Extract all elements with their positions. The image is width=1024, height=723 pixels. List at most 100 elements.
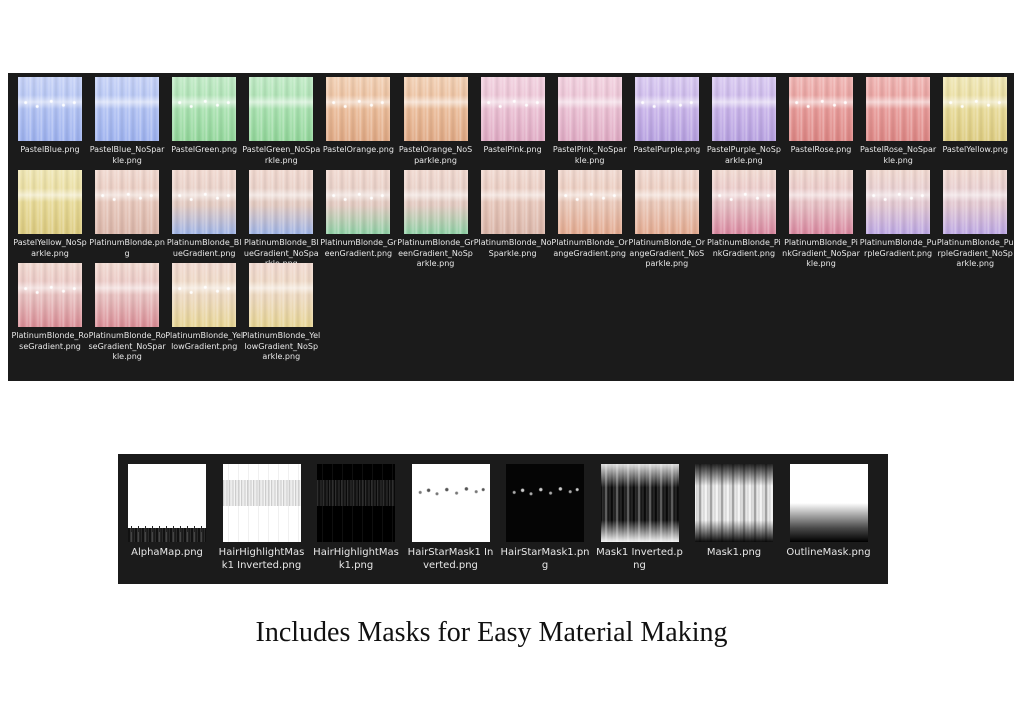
file-name-label: PastelBlue_NoSparkle.png <box>89 145 165 165</box>
hair-texture-preview <box>711 77 776 141</box>
hair-texture-preview <box>95 170 160 234</box>
file-name-label: PastelRose.png <box>790 145 852 154</box>
texture-thumbnail[interactable]: PlatinumBlonde.png <box>89 170 165 260</box>
file-name-label: PlatinumBlonde_PurpleGradient.png <box>859 238 937 258</box>
texture-thumbnail[interactable]: PlatinumBlonde_RoseGradient_NoSparkle.pn… <box>89 263 166 361</box>
promo-caption: Includes Masks for Easy Material Making <box>255 617 728 648</box>
texture-thumbnail[interactable]: PlatinumBlonde_PurpleGradient_NoSparkle.… <box>937 170 1014 268</box>
texture-thumbnail[interactable]: PastelRose_NoSparkle.png <box>860 77 936 167</box>
file-name-label: HairStarMask1.png <box>500 547 590 571</box>
hair-texture-preview <box>557 170 622 234</box>
file-name-label: PastelGreen_NoSparkle.png <box>242 145 321 165</box>
texture-thumbnail[interactable]: PlatinumBlonde_OrangeGradient_NoSparkle.… <box>629 170 705 268</box>
mask-preview <box>789 464 868 542</box>
file-name-label: PlatinumBlonde_YellowGradient_NoSparkle.… <box>242 331 321 361</box>
mask-preview <box>506 464 584 542</box>
texture-thumbnail[interactable]: PastelPink_NoSparkle.png <box>553 77 627 167</box>
texture-thumbnail[interactable]: PastelYellow.png <box>942 77 1008 167</box>
file-name-label: PlatinumBlonde_OrangeGradient.png <box>551 238 628 258</box>
mask-thumbnail[interactable]: HairHighlightMask1.png <box>313 464 399 576</box>
texture-thumbnail[interactable]: PastelRose.png <box>789 77 853 167</box>
texture-thumbnail[interactable]: PlatinumBlonde_PinkGradient_NoSparkle.pn… <box>782 170 860 268</box>
file-name-label: PastelYellow.png <box>942 145 1008 154</box>
mask-preview <box>411 464 490 542</box>
mask-thumbnail[interactable]: Mask1 Inverted.png <box>596 464 683 576</box>
mask-thumbnail[interactable]: HairStarMask1 Inverted.png <box>408 464 493 576</box>
mask-preview <box>317 464 395 542</box>
texture-thumbnail[interactable]: PlatinumBlonde_PurpleGradient.png <box>860 170 936 260</box>
texture-thumbnail[interactable]: PastelBlue.png <box>18 77 82 167</box>
file-name-label: HairHighlightMask1 Inverted.png <box>218 547 305 571</box>
texture-thumbnail[interactable]: PastelGreen_NoSparkle.png <box>242 77 320 167</box>
hair-texture-preview <box>172 170 237 234</box>
file-name-label: PlatinumBlonde_PurpleGradient_NoSparkle.… <box>936 238 1014 268</box>
hair-texture-preview <box>18 170 82 234</box>
hair-texture-preview <box>634 170 699 234</box>
hair-texture-preview <box>943 170 1008 234</box>
file-name-label: OutlineMask.png <box>786 547 871 558</box>
texture-thumbnail[interactable]: PastelGreen.png <box>171 77 237 167</box>
texture-thumbnail[interactable]: PlatinumBlonde_NoSparkle.png <box>474 170 551 260</box>
texture-thumbnail[interactable]: PlatinumBlonde_RoseGradient.png <box>11 263 89 353</box>
texture-thumbnail[interactable]: PlatinumBlonde_BlueGradient_NoSparkle.pn… <box>244 170 319 268</box>
mask-preview <box>128 464 206 542</box>
file-name-label: PlatinumBlonde_RoseGradient.png <box>11 331 89 351</box>
texture-thumbnail[interactable]: PastelPurple_NoSparkle.png <box>707 77 781 167</box>
mask-thumbnail[interactable]: AlphaMap.png <box>128 464 206 576</box>
texture-thumbnail[interactable]: PastelYellow_NoSparkle.png <box>13 170 87 260</box>
hair-texture-preview <box>866 170 931 234</box>
file-name-label: PastelYellow_NoSparkle.png <box>13 238 87 258</box>
mask-thumbnail[interactable]: OutlineMask.png <box>786 464 871 576</box>
hair-texture-preview <box>943 77 1008 141</box>
hair-texture-preview <box>866 77 931 141</box>
mask-thumbnail[interactable]: HairHighlightMask1 Inverted.png <box>219 464 304 576</box>
hair-texture-preview <box>326 170 391 234</box>
file-name-label: Mask1 Inverted.png <box>596 547 683 571</box>
mask-thumbnail[interactable]: HairStarMask1.png <box>500 464 590 576</box>
file-name-label: PlatinumBlonde_GreenGradient.png <box>320 238 397 258</box>
file-name-label: Mask1.png <box>706 547 762 558</box>
hair-texture-preview <box>480 170 545 234</box>
mask-preview <box>222 464 301 542</box>
texture-thumbnail[interactable]: PastelPurple.png <box>633 77 700 167</box>
file-name-label: PlatinumBlonde.png <box>89 238 165 258</box>
texture-thumbnail[interactable]: PastelOrange.png <box>323 77 394 167</box>
hair-texture-preview <box>95 77 160 141</box>
texture-thumbnail[interactable]: PastelPink.png <box>480 77 545 167</box>
file-name-label: PastelPink.png <box>483 145 542 154</box>
hair-texture-preview <box>249 170 314 234</box>
hair-texture-preview <box>403 170 468 234</box>
texture-thumbnail[interactable]: PastelOrange_NoSparkle.png <box>399 77 472 167</box>
hair-texture-preview <box>18 77 82 141</box>
texture-thumbnail[interactable]: PlatinumBlonde_PinkGradient.png <box>707 170 781 260</box>
file-name-label: AlphaMap.png <box>131 547 203 558</box>
hair-texture-preview <box>18 263 82 327</box>
mask-preview <box>695 464 773 542</box>
hair-texture-preview <box>172 77 237 141</box>
texture-thumbnail[interactable]: PlatinumBlonde_YellowGradient.png <box>165 263 243 353</box>
texture-thumbnail[interactable]: PlatinumBlonde_OrangeGradient.png <box>551 170 628 260</box>
file-name-label: PlatinumBlonde_YellowGradient.png <box>165 331 244 351</box>
hair-texture-preview <box>789 170 853 234</box>
file-name-label: PlatinumBlonde_GreenGradient_NoSparkle.p… <box>397 238 474 268</box>
file-name-label: PlatinumBlonde_OrangeGradient_NoSparkle.… <box>628 238 706 268</box>
texture-thumbnail[interactable]: PlatinumBlonde_YellowGradient_NoSparkle.… <box>242 263 320 361</box>
file-name-label: PastelGreen.png <box>171 145 238 154</box>
texture-thumbnail[interactable]: PlatinumBlonde_GreenGradient_NoSparkle.p… <box>397 170 474 268</box>
texture-thumbnail[interactable]: PlatinumBlonde_GreenGradient.png <box>320 170 397 260</box>
hair-texture-preview <box>403 77 468 141</box>
hair-texture-preview <box>249 77 314 141</box>
hair-texture-preview <box>634 77 699 141</box>
file-name-label: PastelOrange.png <box>322 145 394 154</box>
file-name-label: HairStarMask1 Inverted.png <box>407 547 494 571</box>
texture-thumbnail[interactable]: PastelBlue_NoSparkle.png <box>90 77 164 167</box>
mask-thumbnail[interactable]: Mask1.png <box>695 464 773 576</box>
hair-texture-preview <box>557 77 622 141</box>
hair-texture-preview <box>480 77 545 141</box>
texture-thumbnail[interactable]: PlatinumBlonde_BlueGradient.png <box>167 170 242 260</box>
hair-texture-preview <box>326 77 391 141</box>
file-name-label: PlatinumBlonde_NoSparkle.png <box>473 238 552 258</box>
mask-file-browser: AlphaMap.png HairHighlightMask1 Inverted.… <box>118 454 888 584</box>
file-name-label: PastelPink_NoSparkle.png <box>552 145 627 165</box>
file-name-label: PlatinumBlonde_RoseGradient_NoSparkle.pn… <box>88 331 166 361</box>
